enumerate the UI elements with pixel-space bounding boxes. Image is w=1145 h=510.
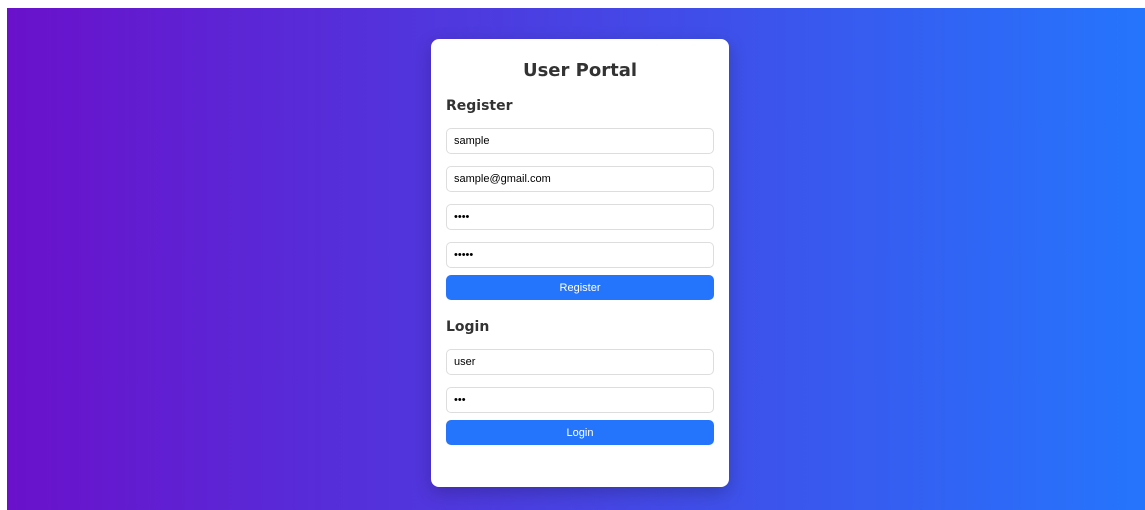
register-form: Register Register bbox=[446, 97, 714, 300]
page-background: User Portal Register Register Login Logi… bbox=[7, 8, 1145, 510]
login-heading: Login bbox=[446, 319, 490, 335]
page-title: User Portal bbox=[522, 60, 638, 81]
register-confirm-password-input[interactable] bbox=[446, 242, 714, 268]
portal-card: User Portal Register Register Login Logi… bbox=[431, 39, 729, 487]
register-button[interactable]: Register bbox=[446, 275, 714, 300]
login-button[interactable]: Login bbox=[446, 420, 714, 445]
register-heading: Register bbox=[446, 98, 513, 114]
login-password-input[interactable] bbox=[446, 387, 714, 413]
login-username-input[interactable] bbox=[446, 349, 714, 375]
register-password-input[interactable] bbox=[446, 204, 714, 230]
login-form: Login Login bbox=[446, 318, 714, 445]
register-email-input[interactable] bbox=[446, 166, 714, 192]
register-username-input[interactable] bbox=[446, 128, 714, 154]
